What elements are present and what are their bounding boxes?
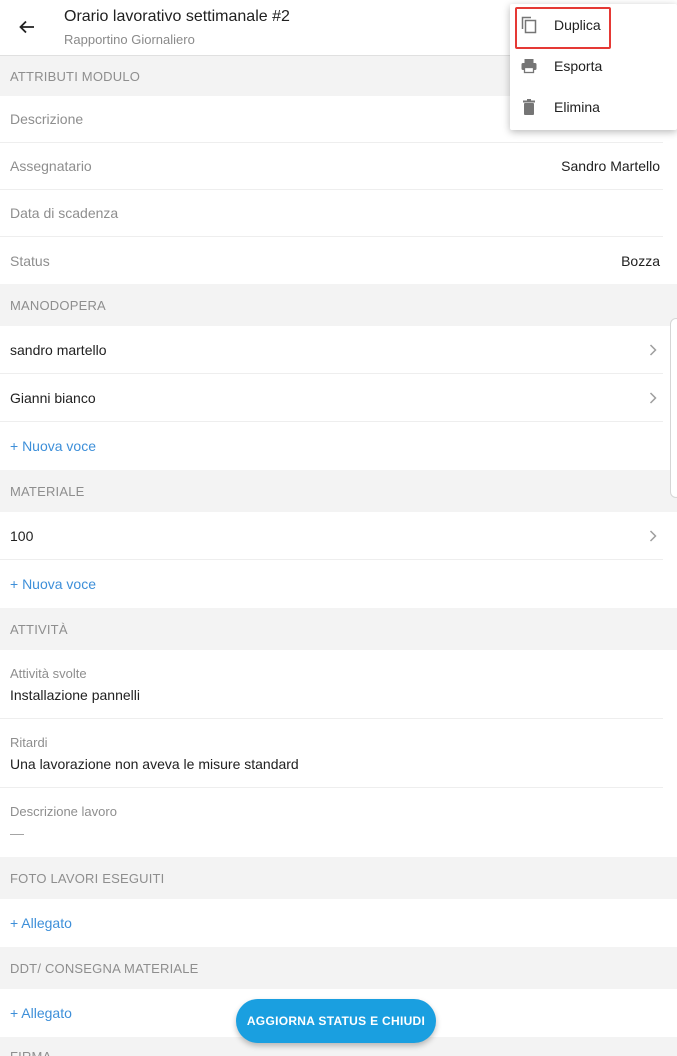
add-manodopera-button[interactable]: + Nuova voce <box>0 422 663 470</box>
back-arrow-icon[interactable] <box>14 14 40 40</box>
overflow-menu: Duplica Esporta Elimina <box>510 4 677 130</box>
menu-item-label: Duplica <box>554 16 601 33</box>
field-label: Status <box>10 252 50 269</box>
field-value: — <box>10 825 24 841</box>
chevron-right-icon <box>646 529 660 543</box>
section-header-materiale: MATERIALE <box>0 470 677 512</box>
list-item-label: Gianni bianco <box>10 389 96 406</box>
field-label: Descrizione <box>10 111 84 127</box>
list-item-manodopera[interactable]: Gianni bianco <box>0 374 663 422</box>
field-attivita-svolte[interactable]: Attività svolte Installazione pannelli <box>0 650 663 719</box>
field-ritardi[interactable]: Ritardi Una lavorazione non aveva le mis… <box>0 719 663 788</box>
form-content: ATTRIBUTI MODULO Descrizione Assegnatari… <box>0 56 677 1056</box>
copy-icon <box>520 16 538 34</box>
add-foto-button[interactable]: + Allegato <box>0 899 663 947</box>
field-status[interactable]: Status Bozza <box>0 237 663 284</box>
chevron-right-icon <box>646 391 660 405</box>
field-value: Bozza <box>621 252 660 269</box>
field-assegnatario[interactable]: Assegnatario Sandro Martello <box>0 143 663 190</box>
section-header-manodopera: MANODOPERA <box>0 284 677 326</box>
menu-item-label: Elimina <box>554 98 600 115</box>
field-value: Installazione pannelli <box>10 686 140 703</box>
add-attachment-link[interactable]: + Allegato <box>10 915 72 931</box>
section-header-ddt: DDT/ CONSEGNA MATERIALE <box>0 947 677 989</box>
page-title: Orario lavorativo settimanale #2 <box>64 8 290 25</box>
list-item-materiale[interactable]: 100 <box>0 512 663 560</box>
add-materiale-button[interactable]: + Nuova voce <box>0 560 663 608</box>
field-data-scadenza[interactable]: Data di scadenza <box>0 190 663 237</box>
field-label: Assegnatario <box>10 158 92 174</box>
page-subtitle: Rapportino Giornaliero <box>64 32 195 47</box>
add-attachment-link[interactable]: + Allegato <box>10 1005 72 1021</box>
update-status-close-button[interactable]: AGGIORNA STATUS E CHIUDI <box>236 999 436 1043</box>
menu-item-elimina[interactable]: Elimina <box>510 86 677 127</box>
scroll-indicator <box>670 318 677 498</box>
list-item-label: sandro martello <box>10 341 107 358</box>
trash-icon <box>520 98 538 116</box>
field-descrizione-lavoro[interactable]: Descrizione lavoro — <box>0 788 663 857</box>
chevron-right-icon <box>646 343 660 357</box>
list-item-manodopera[interactable]: sandro martello <box>0 326 663 374</box>
field-label: Data di scadenza <box>10 205 119 221</box>
field-label: Descrizione lavoro <box>10 804 117 819</box>
add-item-link[interactable]: + Nuova voce <box>10 576 96 592</box>
section-header-foto: FOTO LAVORI ESEGUITI <box>0 857 677 899</box>
field-label: Attività svolte <box>10 665 87 681</box>
field-label: Ritardi <box>10 734 48 750</box>
field-value: Sandro Martello <box>561 158 660 174</box>
print-icon <box>520 57 538 75</box>
list-item-label: 100 <box>10 527 34 544</box>
menu-item-esporta[interactable]: Esporta <box>510 45 677 86</box>
menu-item-duplica[interactable]: Duplica <box>510 4 677 45</box>
menu-item-label: Esporta <box>554 57 603 74</box>
add-item-link[interactable]: + Nuova voce <box>10 438 96 454</box>
section-header-attivita: ATTIVITÀ <box>0 608 677 650</box>
field-value: Una lavorazione non aveva le misure stan… <box>10 755 299 772</box>
